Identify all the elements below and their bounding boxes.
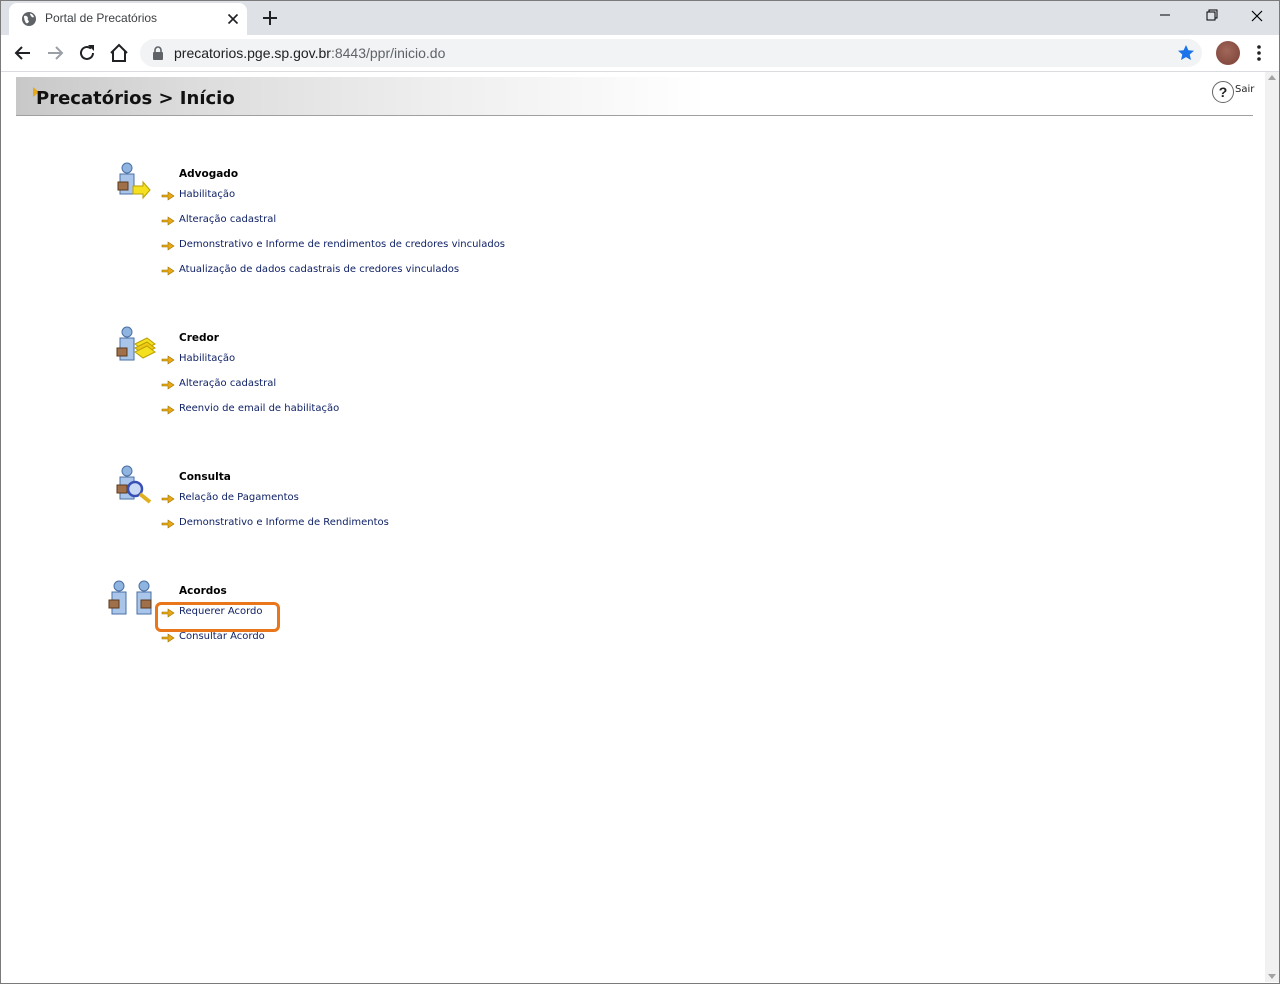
link-label[interactable]: Habilitação (179, 189, 235, 200)
link-label[interactable]: Alteração cadastral (179, 378, 276, 389)
tab-title: Portal de Precatórios (45, 11, 158, 25)
acordos-icon (108, 580, 152, 615)
home-icon[interactable] (107, 41, 131, 65)
scroll-up-arrow-icon[interactable] (1268, 75, 1276, 80)
section-title-acordos: Acordos (179, 585, 227, 597)
link-label[interactable]: Atualização de dados cadastrais de credo… (179, 264, 459, 275)
url-text: precatorios.pge.sp.gov.br:8443/ppr/inici… (174, 45, 445, 61)
reload-icon[interactable] (75, 41, 99, 65)
menu-kebab-icon[interactable] (1249, 41, 1269, 65)
url-host: precatorios.pge.sp.gov.br (174, 45, 331, 61)
browser-window: Portal de Precatórios precatorios.pge.sp… (0, 0, 1280, 984)
link-label[interactable]: Relação de Pagamentos (179, 492, 299, 503)
link-label[interactable]: Demonstrativo e Informe de rendimentos d… (179, 239, 505, 250)
advogado-icon (117, 162, 151, 200)
arrow-right-icon (161, 216, 175, 226)
url-path: :8443/ppr/inicio.do (330, 45, 446, 61)
bookmark-star-icon[interactable] (1176, 43, 1196, 63)
help-icon[interactable]: ? (1212, 81, 1234, 103)
page-content: Precatórios > Início ? Sair Advogado Hab… (1, 72, 1265, 982)
browser-toolbar: precatorios.pge.sp.gov.br:8443/ppr/inici… (1, 35, 1279, 72)
section-title-credor: Credor (179, 332, 219, 344)
arrow-right-icon (161, 241, 175, 251)
arrow-right-icon (161, 380, 175, 390)
globe-icon (22, 12, 36, 26)
link-label[interactable]: Consultar Acordo (179, 631, 265, 642)
credor-icon (116, 326, 156, 361)
close-icon[interactable] (223, 9, 243, 29)
section-title-consulta: Consulta (179, 471, 231, 483)
arrow-right-icon (161, 405, 175, 415)
highlight-box (155, 602, 280, 632)
browser-tab[interactable]: Portal de Precatórios (9, 3, 247, 35)
arrow-right-icon (161, 191, 175, 201)
lock-icon (153, 46, 163, 60)
back-arrow-icon[interactable] (11, 41, 35, 65)
link-label[interactable]: Reenvio de email de habilitação (179, 403, 339, 414)
logout-link[interactable]: Sair (1235, 84, 1254, 95)
restore-icon[interactable] (1188, 1, 1234, 31)
link-label[interactable]: Demonstrativo e Informe de Rendimentos (179, 517, 389, 528)
vertical-scrollbar[interactable] (1265, 72, 1279, 982)
section-title-advogado: Advogado (179, 168, 239, 180)
tab-strip: Portal de Precatórios (1, 1, 1279, 35)
arrow-right-icon (161, 355, 175, 365)
arrow-right-icon (161, 519, 175, 529)
header-divider (16, 115, 1253, 116)
address-bar[interactable]: precatorios.pge.sp.gov.br:8443/ppr/inici… (140, 39, 1202, 67)
arrow-right-icon (161, 494, 175, 504)
window-close-icon[interactable] (1234, 1, 1280, 31)
forward-arrow-icon[interactable] (43, 41, 67, 65)
arrow-right-icon (161, 633, 175, 643)
scroll-down-arrow-icon[interactable] (1268, 974, 1276, 979)
arrow-right-icon (161, 266, 175, 276)
consulta-icon (116, 465, 152, 504)
link-label[interactable]: Alteração cadastral (179, 214, 276, 225)
profile-avatar[interactable] (1216, 41, 1240, 65)
page-title: Precatórios > Início (36, 88, 235, 109)
minimize-icon[interactable] (1142, 1, 1188, 31)
link-label[interactable]: Habilitação (179, 353, 235, 364)
new-tab-icon[interactable] (258, 6, 282, 30)
